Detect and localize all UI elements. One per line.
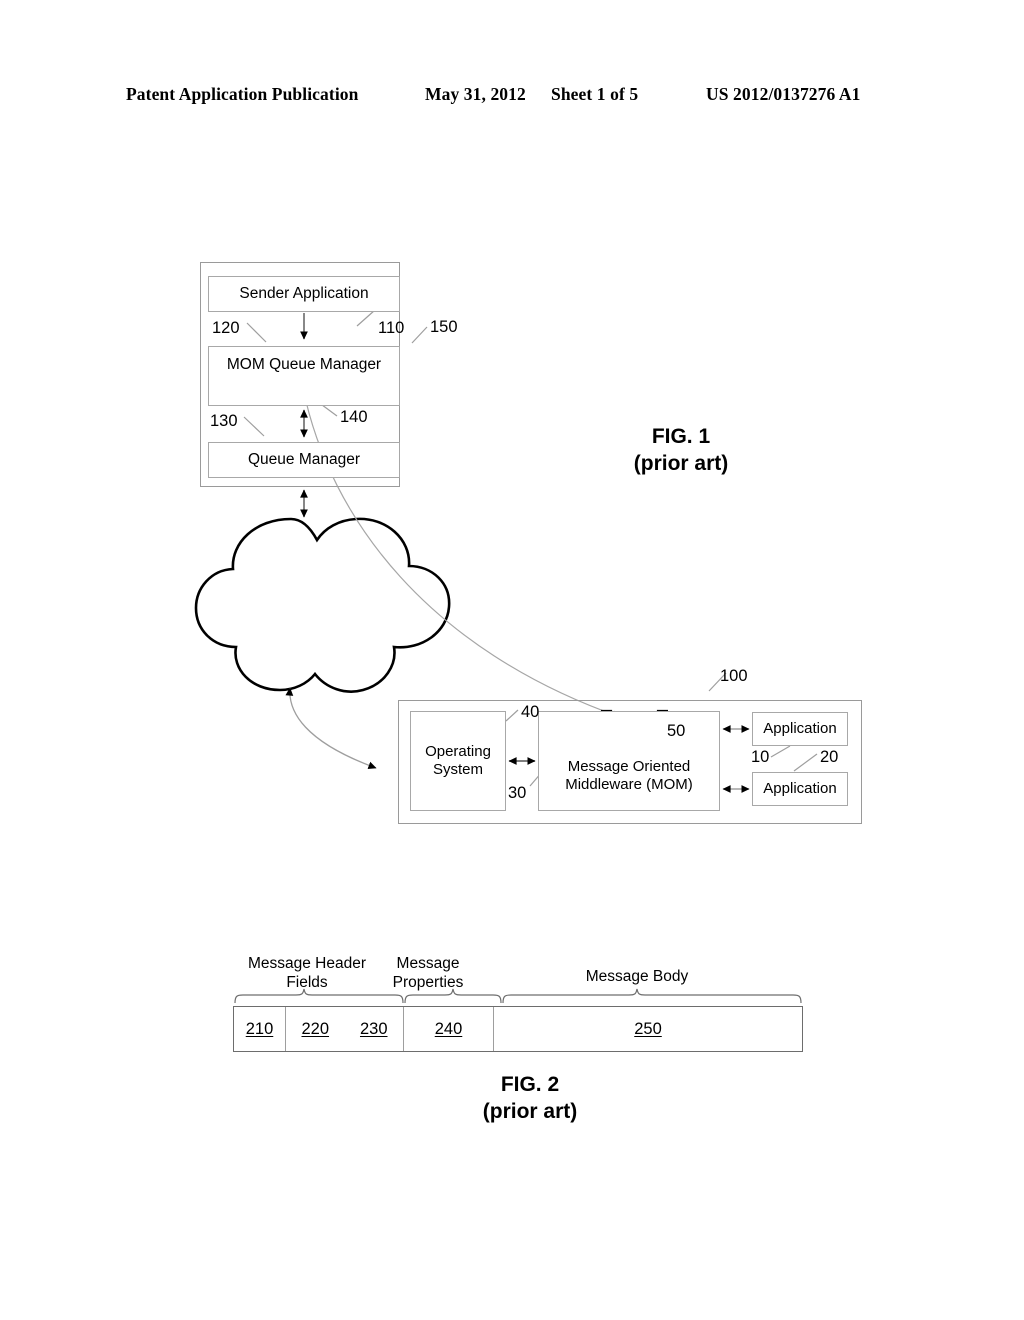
header-publication-title: Patent Application Publication xyxy=(126,84,359,104)
fig2-label-message-body: Message Body xyxy=(500,968,774,987)
ref-numeral-150: 150 xyxy=(430,318,458,336)
ref-numeral-40: 40 xyxy=(521,703,540,721)
fig2-message-structure-bar: 210 220 230 240 250 xyxy=(233,1006,803,1052)
fig2-label-header-line2: Fields xyxy=(286,973,328,991)
header-document-number: US 2012/0137276 A1 xyxy=(706,84,861,104)
fig2-numeral-220: 220 xyxy=(301,1019,330,1038)
fig1-box-queue-manager: Queue Manager xyxy=(208,442,400,478)
fig1-caption: FIG. 1 (prior art) xyxy=(586,424,776,478)
ref-numeral-110: 110 xyxy=(378,319,405,337)
fig2-numeral-210: 210 xyxy=(245,1019,274,1038)
ref-numeral-140: 140 xyxy=(340,408,368,426)
ref-numeral-10: 10 xyxy=(751,748,770,766)
fig2-segment-210: 210 xyxy=(234,1007,286,1051)
fig1-label-application-1: Application xyxy=(763,720,837,738)
ref-numeral-30: 30 xyxy=(508,784,527,802)
cloud-icon-network xyxy=(194,517,451,693)
header-sheet-number: Sheet 1 of 5 xyxy=(551,84,639,104)
fig1-caption-line1: FIG. 1 xyxy=(651,425,711,448)
fig2-segment-240: 240 xyxy=(404,1007,494,1051)
ref-numeral-130: 130 xyxy=(210,412,238,430)
ref-numeral-50: 50 xyxy=(667,722,686,740)
fig2-segment-250: 250 xyxy=(494,1007,802,1051)
fig1-label-application-2: Application xyxy=(763,780,837,798)
fig2-label-message-properties: Message Properties xyxy=(382,955,474,992)
fig2-label-body-text: Message Body xyxy=(585,968,689,985)
fig1-label-os-line2: System xyxy=(432,761,483,778)
fig2-numeral-230: 230 xyxy=(359,1019,388,1038)
fig1-label-mom-line1: Message Oriented xyxy=(567,758,691,776)
fig1-label-mom: Message Oriented Middleware (MOM) xyxy=(565,758,693,793)
fig1-box-mom-queue-manager: MOM Queue Manager xyxy=(208,346,400,406)
fig1-box-application-2: Application xyxy=(752,772,848,806)
fig1-box-sender-application: Sender Application xyxy=(208,276,400,312)
fig1-box-application-1: Application xyxy=(752,712,848,746)
ref-numeral-120: 120 xyxy=(212,319,240,337)
fig2-label-props-line2: Properties xyxy=(392,973,464,991)
fig2-label-header-line1: Message Header xyxy=(247,955,367,972)
header-publication-date: May 31, 2012 xyxy=(425,84,526,104)
fig1-label-queue-manager: Queue Manager xyxy=(247,450,361,468)
fig2-segment-220-230: 220 230 xyxy=(286,1007,404,1051)
ref-numeral-20: 20 xyxy=(820,748,839,766)
fig1-label-os-line1: Operating xyxy=(425,743,491,761)
fig1-label-mom-line2: Middleware (MOM) xyxy=(565,776,693,793)
fig2-label-props-line1: Message xyxy=(396,955,460,972)
fig2-caption-line1: FIG. 2 xyxy=(500,1073,560,1096)
fig2-numeral-250: 250 xyxy=(634,1019,662,1038)
fig1-caption-line2: (prior art) xyxy=(633,451,729,475)
fig2-caption-line2: (prior art) xyxy=(482,1099,578,1123)
fig2-numeral-240: 240 xyxy=(434,1019,463,1038)
fig1-box-message-oriented-middleware: Message Oriented Middleware (MOM) xyxy=(538,711,720,811)
fig1-label-mom-queue-manager: MOM Queue Manager xyxy=(226,355,382,373)
fig1-label-operating-system: Operating System xyxy=(425,743,491,778)
fig1-label-sender-application: Sender Application xyxy=(239,284,369,302)
ref-numeral-100: 100 xyxy=(720,667,748,685)
fig2-caption: FIG. 2 (prior art) xyxy=(435,1072,625,1126)
fig2-label-message-header-fields: Message Header Fields xyxy=(236,955,378,992)
fig1-box-operating-system: Operating System xyxy=(410,711,506,811)
arrow-network-to-system-block xyxy=(285,687,377,770)
page-header: Patent Application Publication May 31, 2… xyxy=(0,84,1024,112)
